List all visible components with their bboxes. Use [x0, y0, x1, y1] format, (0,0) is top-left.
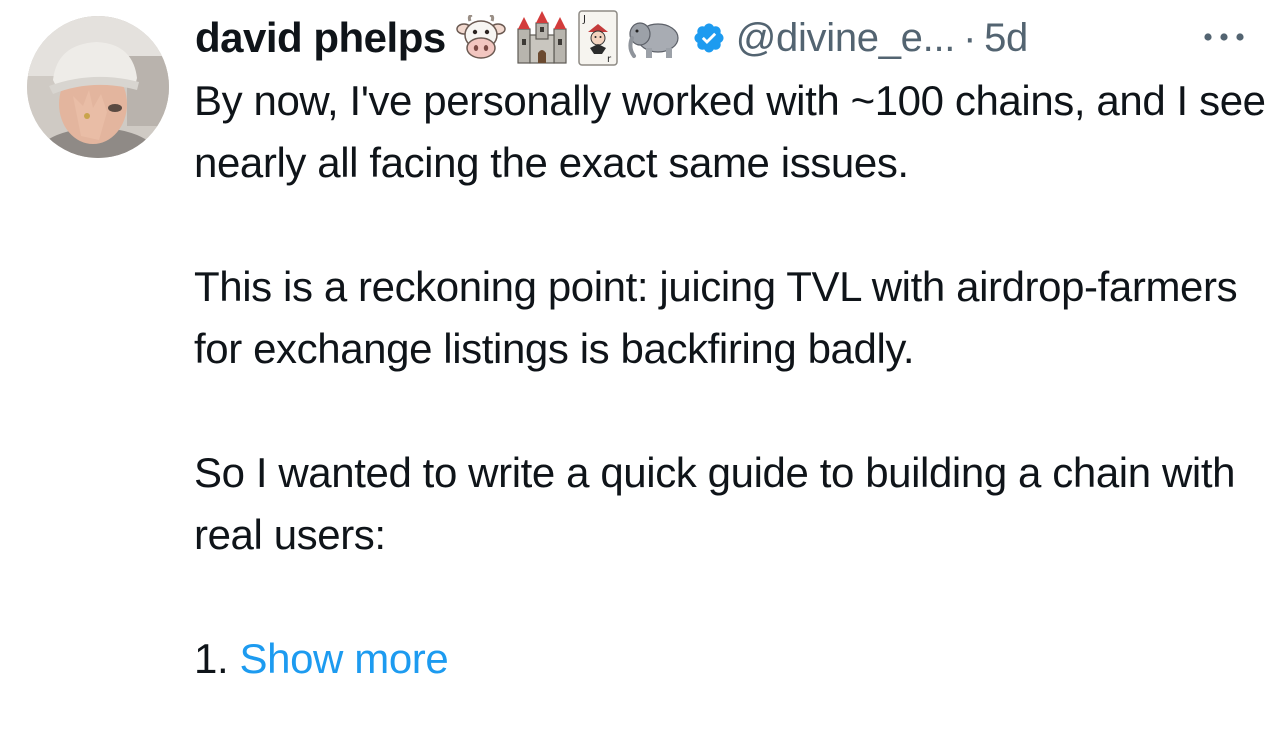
author-handle[interactable]: @divine_e... [736, 16, 956, 61]
tweet-header: david phelps J r @divine_e... · 5d [195, 10, 1028, 66]
display-name[interactable]: david phelps [195, 14, 446, 62]
verified-badge-icon[interactable] [692, 21, 726, 55]
show-more-link[interactable]: Show more [240, 635, 449, 682]
joker-card-icon: J r [577, 10, 618, 66]
tweet[interactable]: david phelps J r @divine_e... · 5d By no… [0, 0, 1284, 746]
elephant-icon [626, 16, 682, 60]
name-emojis: J r [455, 10, 690, 66]
tweet-paragraph: So I wanted to write a quick guide to bu… [194, 449, 1236, 558]
castle-icon [514, 11, 570, 65]
tweet-text: By now, I've personally worked with ~100… [194, 70, 1279, 690]
svg-text:J: J [582, 14, 586, 25]
ellipsis-icon[interactable] [1196, 22, 1252, 52]
avatar[interactable] [27, 16, 169, 158]
truncated-prefix: 1. [194, 635, 229, 682]
truncated-line: 1. Show more [194, 628, 1279, 690]
separator-dot: · [963, 15, 977, 60]
avatar-photo [27, 16, 169, 158]
cow-face-icon [455, 15, 506, 61]
tweet-paragraph: By now, I've personally worked with ~100… [194, 77, 1266, 186]
tweet-timestamp[interactable]: 5d [984, 16, 1028, 61]
tweet-paragraph: This is a reckoning point: juicing TVL w… [194, 263, 1238, 372]
